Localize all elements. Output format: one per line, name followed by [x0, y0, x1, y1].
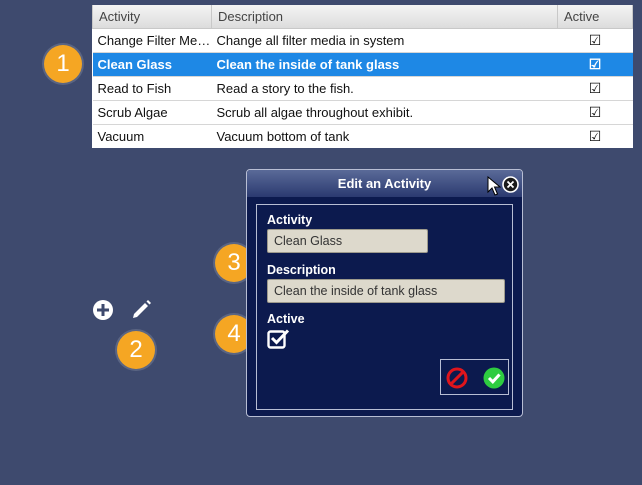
table-row-selected[interactable]: Clean Glass Clean the inside of tank gla…: [92, 52, 633, 77]
checkmark-icon: [483, 367, 505, 389]
add-button[interactable]: [92, 299, 114, 321]
callout-2: 2: [117, 331, 155, 369]
active-checkbox-icon: ☑: [557, 124, 633, 148]
column-header-description[interactable]: Description: [211, 5, 558, 29]
cell-description: Scrub all algae throughout exhibit.: [211, 100, 558, 125]
activity-table: Activity Description Active Change Filte…: [92, 5, 633, 148]
close-icon: [502, 176, 519, 193]
active-checkbox-icon: ☑: [557, 28, 633, 53]
table-row[interactable]: Change Filter Media Change all filter me…: [92, 28, 633, 53]
cell-description: Change all filter media in system: [211, 28, 558, 53]
description-label: Description: [267, 263, 336, 277]
cell-description: Vacuum bottom of tank: [211, 124, 558, 148]
dialog-actions: [440, 359, 509, 395]
active-checkbox-icon: ☑: [557, 52, 633, 77]
active-checkbox-icon: ☑: [557, 76, 633, 101]
cell-activity: Clean Glass: [92, 52, 212, 77]
activity-input[interactable]: [267, 229, 428, 253]
plus-circle-icon: [93, 300, 113, 320]
active-label: Active: [267, 312, 305, 326]
dialog-form: Activity Description Active: [256, 204, 513, 410]
cell-activity: Change Filter Media: [92, 28, 212, 53]
active-checkbox-icon: ☑: [557, 100, 633, 125]
description-input[interactable]: [267, 279, 505, 303]
edit-activity-dialog: Edit an Activity Activity Description Ac…: [246, 169, 523, 417]
cancel-icon: [446, 367, 468, 389]
cell-activity: Scrub Algae: [92, 100, 212, 125]
pencil-icon: [133, 300, 151, 318]
save-button[interactable]: [483, 367, 505, 389]
dialog-title: Edit an Activity: [337, 176, 432, 191]
mouse-cursor-icon: [487, 176, 501, 196]
cancel-button[interactable]: [446, 367, 468, 389]
callout-1: 1: [44, 45, 82, 83]
table-row[interactable]: Read to Fish Read a story to the fish. ☑: [92, 76, 633, 101]
cell-description: Clean the inside of tank glass: [211, 52, 558, 77]
cell-activity: Vacuum: [92, 124, 212, 148]
dialog-header[interactable]: Edit an Activity: [247, 170, 522, 197]
cell-description: Read a story to the fish.: [211, 76, 558, 101]
cell-activity: Read to Fish: [92, 76, 212, 101]
checked-checkbox-icon: [267, 329, 290, 349]
table-row[interactable]: Scrub Algae Scrub all algae throughout e…: [92, 100, 633, 125]
close-button[interactable]: [502, 176, 519, 193]
table-header-row: Activity Description Active: [92, 5, 633, 29]
activity-label: Activity: [267, 213, 313, 227]
column-header-activity[interactable]: Activity: [92, 5, 212, 29]
table-row[interactable]: Vacuum Vacuum bottom of tank ☑: [92, 124, 633, 148]
active-checkbox[interactable]: [267, 328, 291, 350]
edit-button[interactable]: [130, 297, 154, 321]
column-header-active[interactable]: Active: [557, 5, 633, 29]
